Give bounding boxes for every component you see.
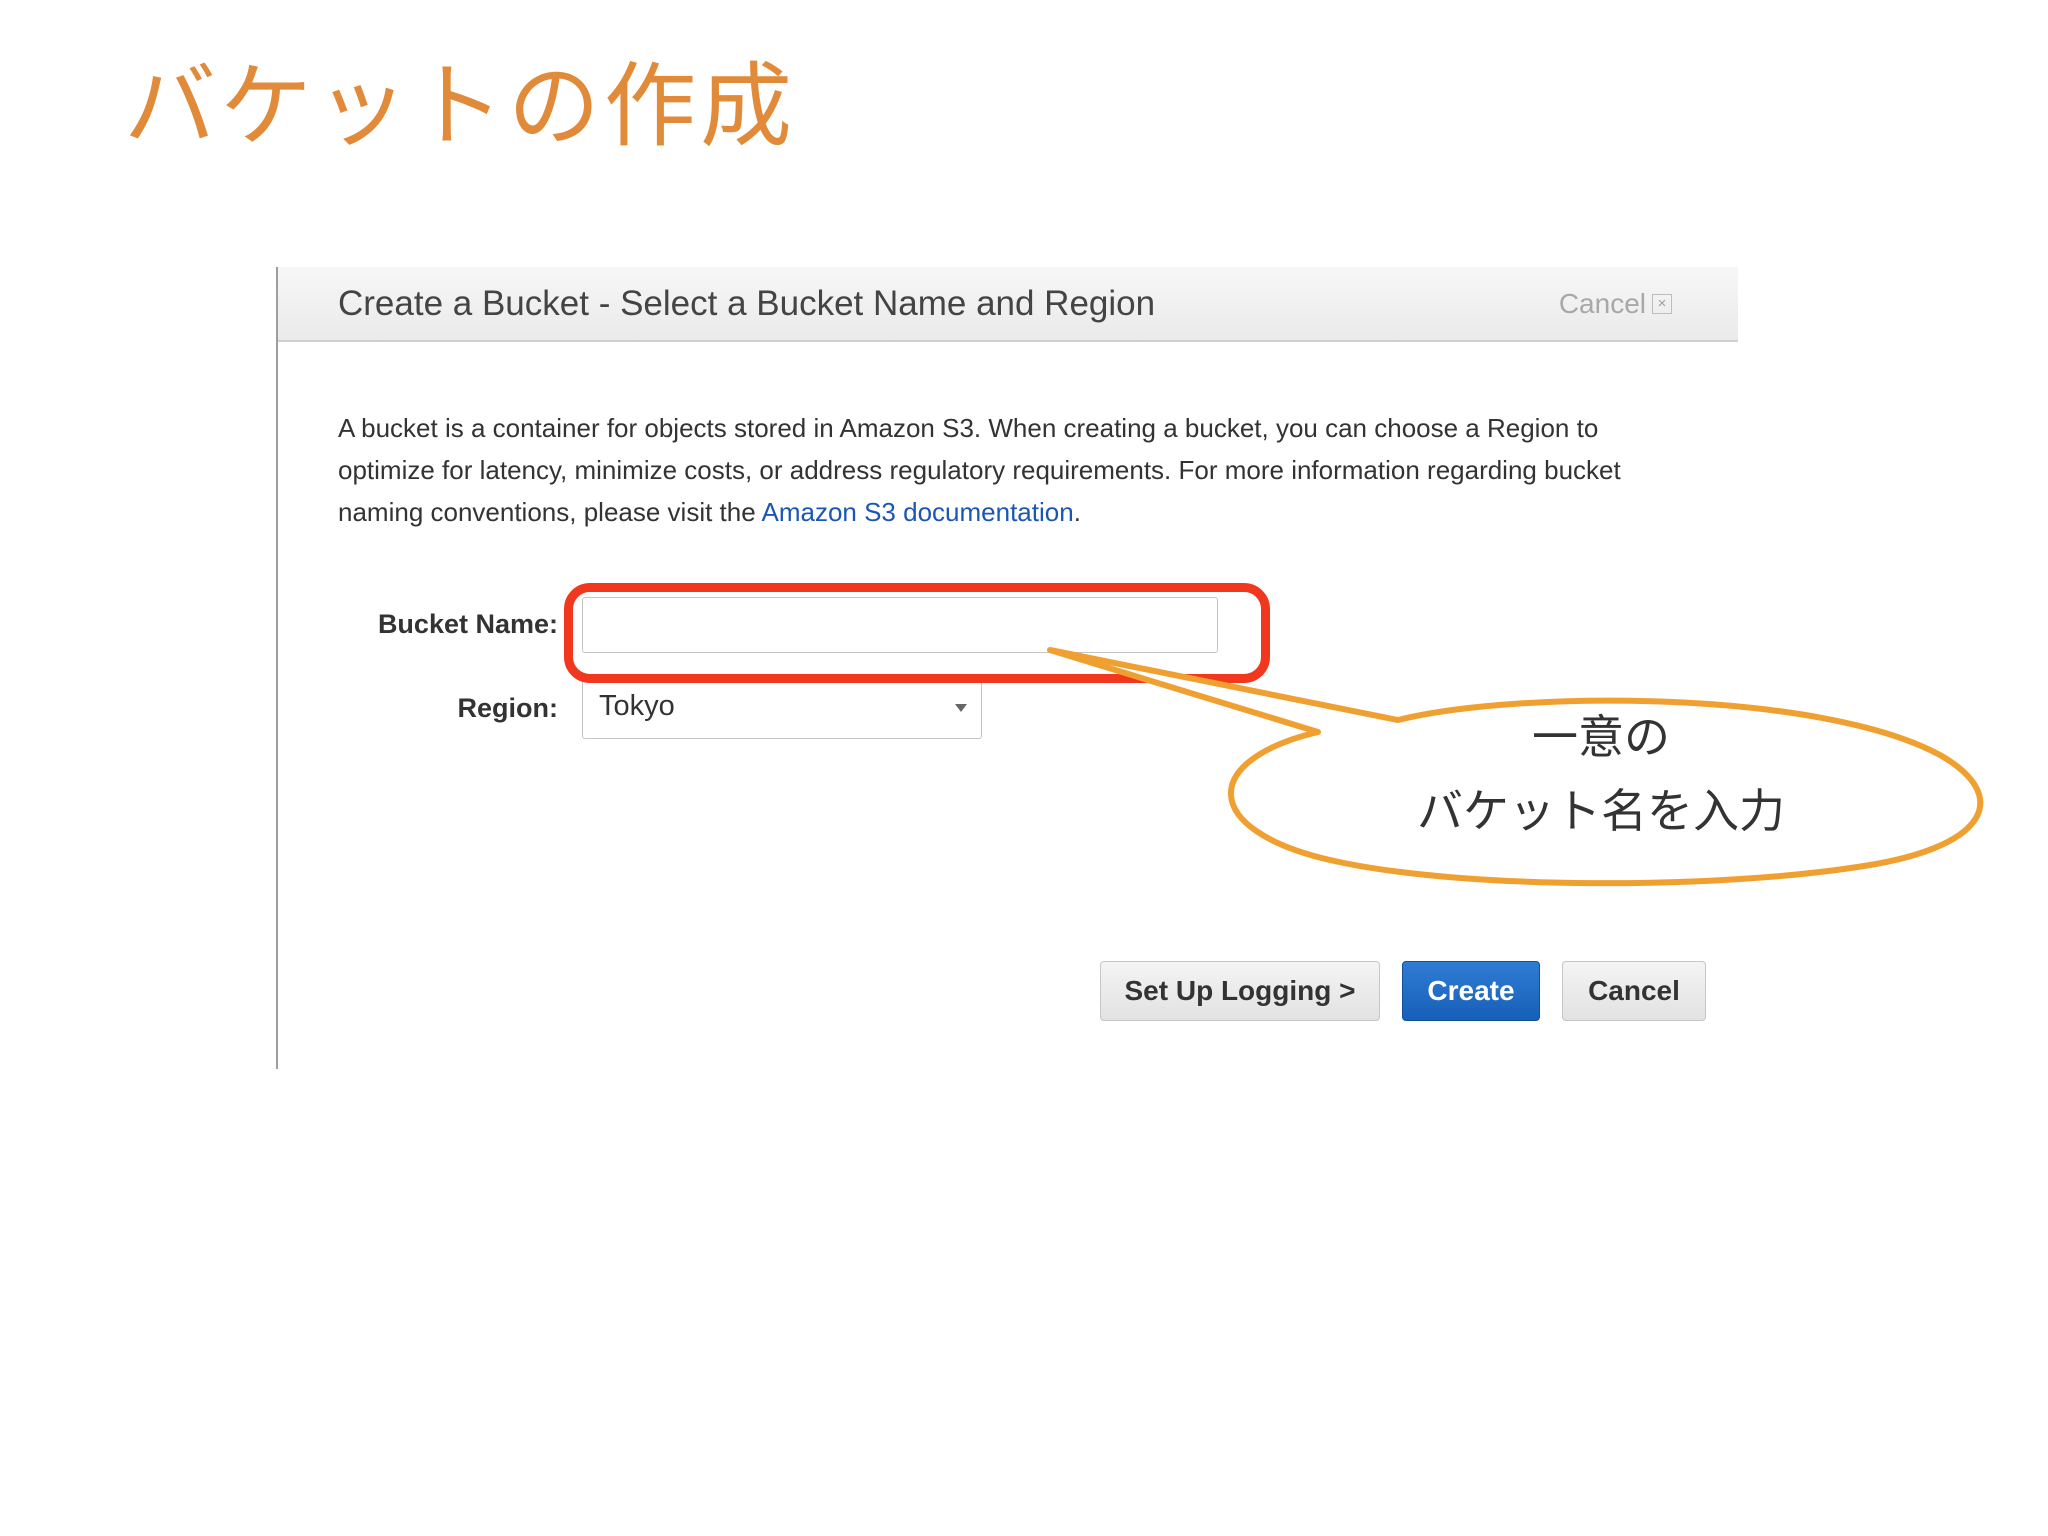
region-label: Region: (457, 693, 559, 723)
slide-title: バケットの作成 (124, 53, 797, 160)
dialog-title: Create a Bucket - Select a Bucket Name a… (338, 284, 1156, 323)
set-up-logging-button[interactable]: Set Up Logging > (1100, 961, 1380, 1021)
select-arrow-icon (955, 704, 967, 712)
dialog-header: Create a Bucket - Select a Bucket Name a… (278, 267, 1738, 342)
bucket-name-input[interactable] (582, 597, 1218, 653)
header-cancel-button[interactable]: Cancel × (1559, 288, 1672, 320)
header-cancel-label: Cancel (1558, 288, 1646, 319)
dialog-description: A bucket is a container for objects stor… (338, 407, 1668, 533)
cancel-button[interactable]: Cancel (1562, 961, 1706, 1021)
callout-line-1: 一意の (1532, 710, 1670, 764)
callout-line-2: バケット名を入力 (1417, 784, 1785, 838)
amazon-s3-documentation-link[interactable]: Amazon S3 documentation (761, 497, 1073, 527)
description-end: . (1073, 497, 1081, 527)
bucket-name-label: Bucket Name: (377, 609, 558, 639)
region-selected-value: Tokyo (599, 690, 675, 722)
region-select[interactable]: Tokyo (582, 677, 982, 739)
close-icon[interactable]: × (1652, 294, 1672, 314)
create-button[interactable]: Create (1402, 961, 1540, 1021)
create-bucket-dialog: Create a Bucket - Select a Bucket Name a… (276, 267, 1738, 1069)
callout-text: 一意の バケット名を入力 (1236, 700, 1966, 848)
